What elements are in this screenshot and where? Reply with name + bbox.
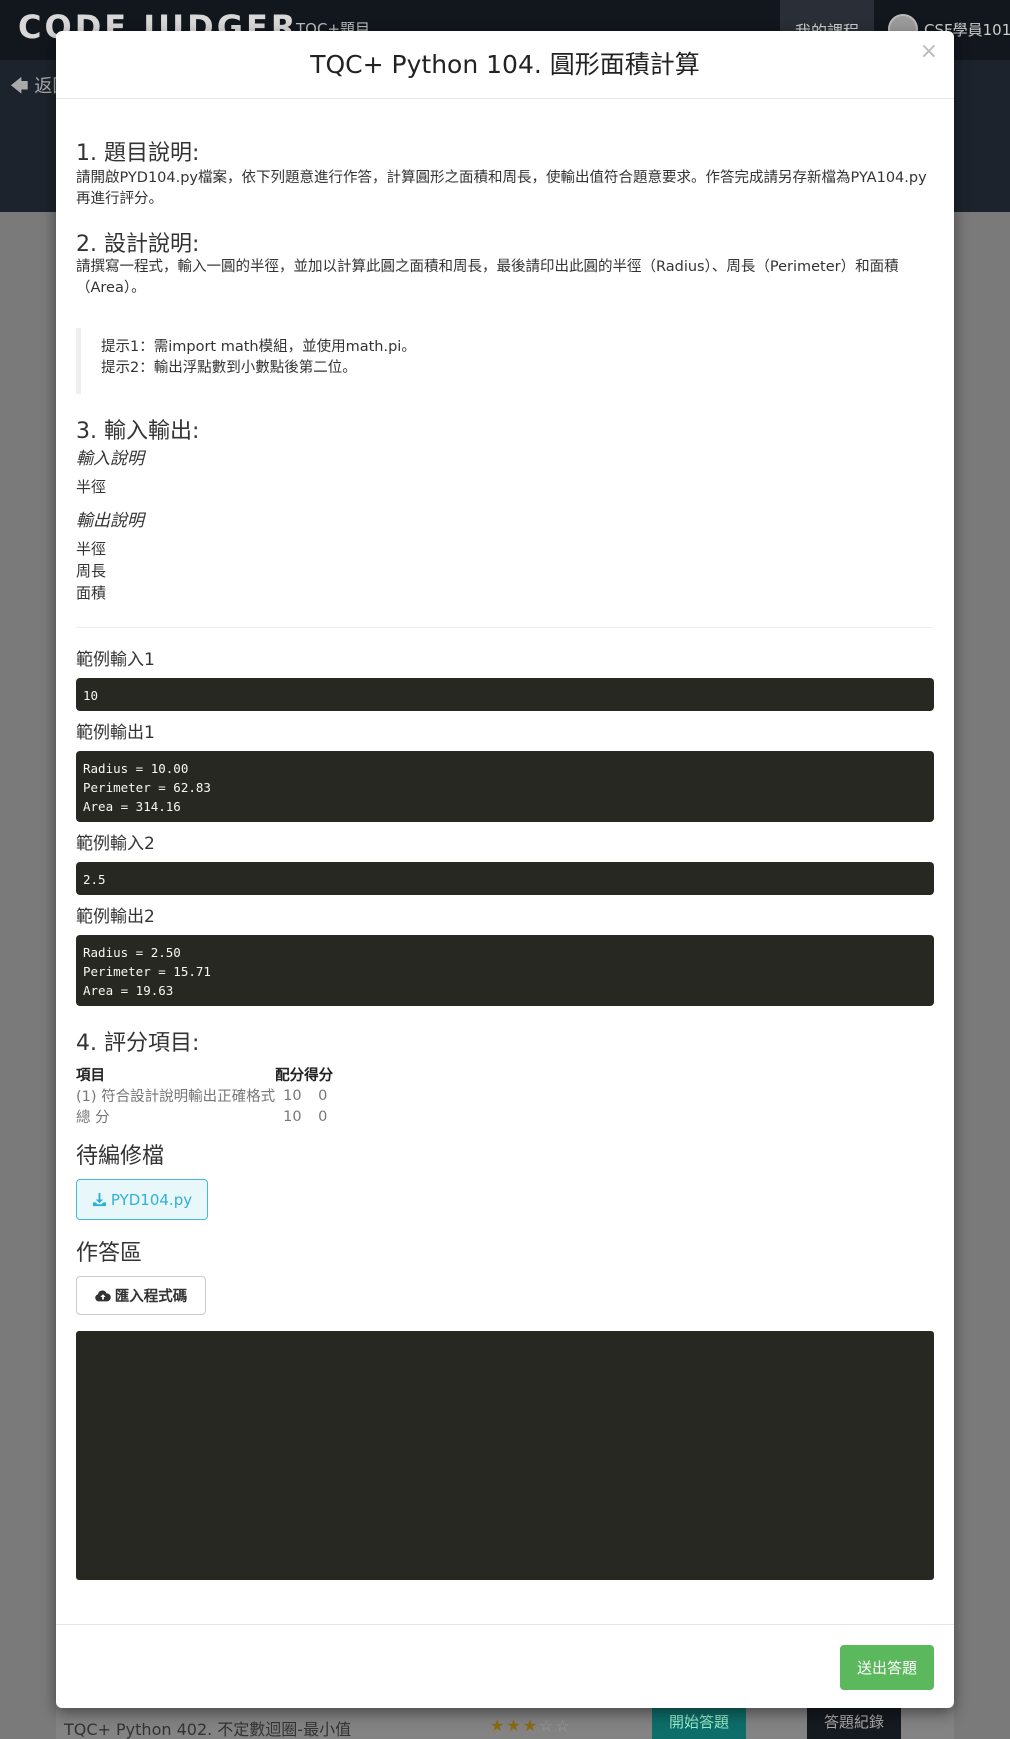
table-header: 配分 [275,1068,305,1084]
description-text: 請開啟PYD104.py檔案，依下列題意進行作答，計算圓形之面積和周長，使輸出值… [76,170,927,207]
cloud-upload-icon [94,1290,111,1301]
modal-title: TQC+ Python 104. 圓形面積計算 [310,50,700,79]
star-icon: ☆ [555,1716,572,1735]
table-row: (1) 符合設計說明輸出正確格式 10 0 [76,1085,333,1106]
download-file-button[interactable]: PYD104.py [76,1179,208,1220]
section-heading-edit-file: 待編修檔 [76,1144,165,1169]
problem-modal: TQC+ Python 104. 圓形面積計算 × 1. 題目說明: 請開啟PY… [56,31,954,1708]
star-icon: ★ [490,1716,507,1735]
table-header: 項目 [76,1068,105,1084]
hint-blockquote: 提示1：需import math模組，並使用math.pi。 提示2：輸出浮點數… [76,328,936,394]
modal-footer: 送出答題 [56,1624,954,1708]
section-heading-description: 1. 題目說明: [76,141,200,166]
output-line: 半徑 [76,540,107,558]
star-icon: ☆ [539,1716,556,1735]
section-heading-io: 3. 輸入輸出: [76,419,200,444]
import-code-label: 匯入程式碼 [114,1289,188,1305]
table-cell: 10 [283,1087,302,1104]
section-heading-design: 2. 設計說明: [76,232,200,257]
start-answer-button[interactable]: 開始答題 [652,1704,746,1739]
table-cell: (1) 符合設計說明輸出正確格式 [76,1089,276,1105]
output-description-text: 半徑 周長 面積 [76,538,106,604]
input-description-text: 半徑 [76,478,107,496]
modal-body: 1. 題目說明: 請開啟PYD104.py檔案，依下列題意進行作答，計算圓形之面… [56,99,954,1624]
divider [76,627,934,628]
design-text: 請撰寫一程式，輸入一圓的半徑，並加以計算此圓之面積和周長，最後請印出此圓的半徑（… [76,259,899,296]
table-cell: 0 [318,1087,328,1104]
arrow-left-icon: 🡄 [10,76,29,97]
output-description-label: 輸出說明 [76,511,144,531]
download-file-label: PYD104.py [110,1190,193,1209]
sample-output-1-label: 範例輸出1 [76,723,155,743]
hint-1: 提示1：需import math模組，並使用math.pi。 [101,339,416,355]
section-heading-answer: 作答區 [76,1241,143,1266]
input-description-label: 輸入說明 [76,449,144,469]
submit-answer-button[interactable]: 送出答題 [840,1645,934,1690]
answer-record-button[interactable]: 答題紀錄 [807,1704,901,1739]
output-line: 面積 [76,584,107,602]
close-icon[interactable]: × [920,41,938,63]
sample-input-2: 2.5 [76,862,934,895]
sample-output-1: Radius = 10.00 Perimeter = 62.83 Area = … [76,751,934,822]
sample-input-2-label: 範例輸入2 [76,834,155,854]
difficulty-rating: ★★★☆☆ [490,1716,572,1735]
problem-row-title: TQC+ Python 402. 不定數迴圈-最小值 [64,1720,352,1739]
sample-input-1: 10 [76,678,934,711]
import-code-button[interactable]: 匯入程式碼 [76,1276,206,1315]
hint-2: 提示2：輸出浮點數到小數點後第二位。 [101,360,357,376]
table-cell: 10 [283,1108,302,1125]
download-icon [92,1192,106,1207]
sample-input-1-label: 範例輸入1 [76,650,155,670]
table-cell: 0 [318,1108,328,1125]
table-header: 得分 [304,1068,334,1084]
star-icon: ★ [506,1716,523,1735]
scoring-table: 項目 配分 得分 (1) 符合設計說明輸出正確格式 10 0 總 分 10 0 [76,1064,333,1127]
table-cell: 總 分 [76,1110,110,1126]
section-heading-scoring: 4. 評分項目: [76,1031,200,1056]
sample-output-2: Radius = 2.50 Perimeter = 15.71 Area = 1… [76,935,934,1006]
sample-output-2-label: 範例輸出2 [76,907,155,927]
code-editor[interactable] [76,1331,934,1580]
modal-header: TQC+ Python 104. 圓形面積計算 × [56,31,954,99]
table-header-row: 項目 配分 得分 [76,1064,333,1085]
star-icon: ★ [522,1716,540,1735]
table-row: 總 分 10 0 [76,1106,333,1127]
output-line: 周長 [76,562,107,580]
